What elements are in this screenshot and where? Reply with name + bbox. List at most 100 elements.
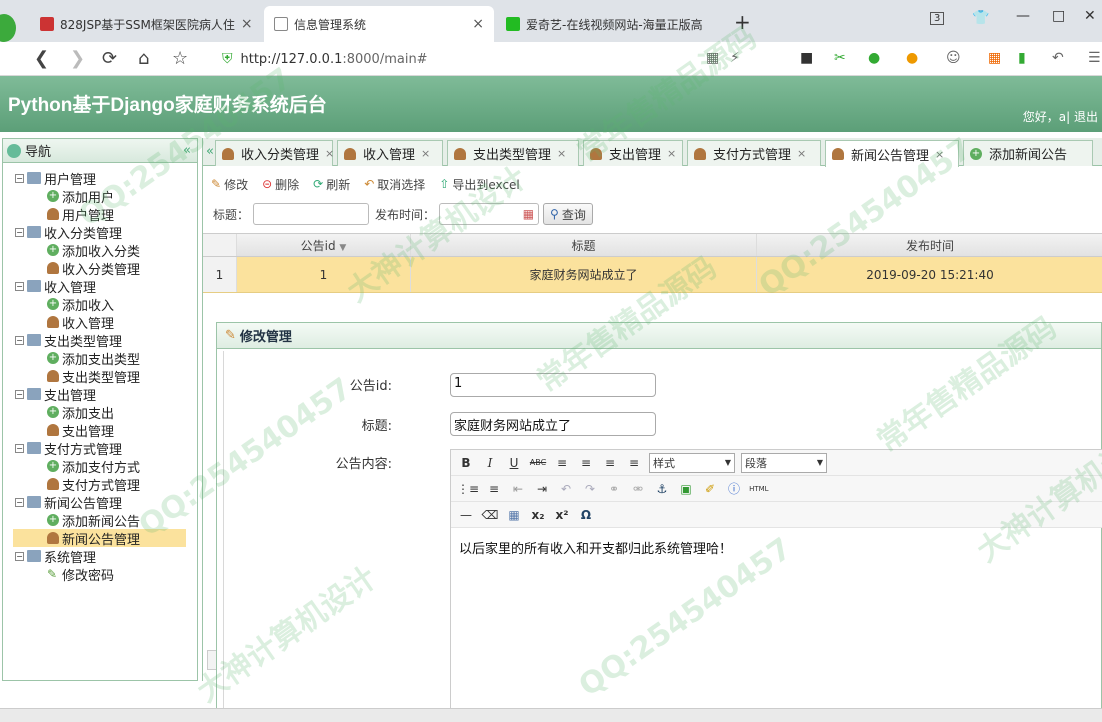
cleanup-icon[interactable]: ✐ [701,482,719,496]
forward-icon[interactable]: ❯ [70,48,85,69]
style-select[interactable]: 样式 ▼ [649,452,735,473]
back-icon[interactable]: ❮ [34,48,49,69]
column-header-id[interactable]: 公告id ▼ [237,234,411,256]
close-tab-icon[interactable]: × [797,147,806,160]
url-input[interactable]: ⛨ http://127.0.0.1:8000/main# [222,47,782,71]
expand-toggle-icon[interactable]: − [15,389,24,399]
user-greeting[interactable]: 您好，a| 退出 [1023,108,1098,125]
help-icon[interactable]: ⓘ [725,480,743,497]
sidebar-item[interactable]: 支出管理 [3,421,197,440]
image-icon[interactable]: ▣ [677,482,695,496]
column-header-time[interactable]: 发布时间 [757,234,1102,256]
redo-icon[interactable]: ↷ [581,482,599,496]
sidebar-group[interactable]: − 支出类型管理 [3,331,197,350]
content-tab[interactable]: 支出管理 × [583,140,683,166]
align-center-icon[interactable]: ≡ [577,456,595,470]
browser-tab-2[interactable]: 信息管理系统 × [264,6,494,42]
sidebar-group[interactable]: − 支出管理 [3,385,197,404]
strikethrough-icon[interactable]: ABC [529,458,547,467]
numbered-list-icon[interactable]: ≡ [485,482,503,496]
close-tab-icon[interactable]: × [935,148,944,161]
table-row[interactable]: 1 1 家庭财务网站成立了 2019-09-20 15:21:40 [203,257,1102,293]
expand-toggle-icon[interactable]: − [15,551,24,561]
sidebar-item[interactable]: 收入分类管理 [3,259,197,278]
tab-count-badge[interactable]: 3 [930,12,945,25]
shirt-icon[interactable]: 👕 [972,10,989,26]
indent-icon[interactable]: ⇥ [533,482,551,496]
justify-icon[interactable]: ≡ [625,456,643,470]
menu-icon[interactable]: ☰ [1088,50,1101,66]
battery-icon[interactable]: ▮ [1018,50,1026,66]
table-icon[interactable]: ▦ [505,508,523,522]
minimize-icon[interactable]: — [1016,8,1030,24]
star-icon[interactable]: ☆ [172,48,188,69]
superscript-icon[interactable]: x² [553,508,571,522]
close-tab-icon[interactable]: × [421,147,430,160]
undo-icon[interactable]: ↶ [557,482,575,496]
horizontal-rule-icon[interactable]: — [457,508,475,522]
sidebar-group[interactable]: − 支付方式管理 [3,439,197,458]
bullet-list-icon[interactable]: ⋮≡ [457,482,479,496]
close-window-icon[interactable]: ✕ [1084,8,1096,24]
query-button[interactable]: ⚲ 查询 [543,203,593,225]
collapse-sidebar-icon[interactable]: « [183,143,191,158]
home-icon[interactable]: ⌂ [138,48,149,69]
title-field[interactable]: 家庭财务网站成立了 [450,412,656,436]
link-icon[interactable]: ⚭ [605,482,623,496]
special-char-icon[interactable]: Ω [577,508,595,522]
sidebar-item[interactable]: ✎ 修改密码 [3,565,197,584]
expand-toggle-icon[interactable]: − [15,281,24,291]
expand-toggle-icon[interactable]: − [15,497,24,507]
scissors-icon[interactable]: ✂ [834,50,846,66]
translate-icon[interactable]: ● [868,50,880,66]
cancel-select-button[interactable]: ↶ 取消选择 [364,176,425,193]
expand-toggle-icon[interactable]: − [15,173,24,183]
expand-toggle-icon[interactable]: − [15,335,24,345]
browser-tab-1[interactable]: 828JSP基于SSM框架医院病人住 × [30,6,262,42]
sidebar-group[interactable]: − 系统管理 [3,547,197,566]
id-field[interactable]: 1 [450,373,656,397]
undo-icon[interactable]: ↶ [1052,50,1064,66]
sidebar-item[interactable]: 用户管理 [3,205,197,224]
expand-toggle-icon[interactable]: − [15,227,24,237]
edit-button[interactable]: ✎ 修改 [211,176,248,193]
content-tab[interactable]: 收入分类管理 × [215,140,334,166]
close-tab-icon[interactable]: × [557,147,566,160]
align-right-icon[interactable]: ≡ [601,456,619,470]
content-tab[interactable]: 收入管理 × [337,140,443,166]
maximize-icon[interactable]: □ [1052,8,1065,24]
sidebar-item[interactable]: + 添加支出类型 [3,349,197,368]
apps-icon[interactable]: ▦ [988,50,1001,66]
extensions-icon[interactable]: ■ [800,50,813,66]
anchor-icon[interactable]: ⚓ [653,482,671,496]
content-tab[interactable]: 支付方式管理 × [687,140,821,166]
sidebar-item[interactable]: 新闻公告管理 [13,529,186,548]
unlink-icon[interactable]: ⚮ [629,482,647,496]
italic-icon[interactable]: I [481,456,499,470]
column-header-title[interactable]: 标题 [411,234,757,256]
sidebar-group[interactable]: − 用户管理 [3,169,197,188]
delete-button[interactable]: ⊝ 删除 [262,176,299,193]
sidebar-item[interactable]: + 添加新闻公告 [3,511,197,530]
close-tab-icon[interactable]: × [241,16,253,32]
new-tab-button[interactable]: + [734,10,751,34]
refresh-button[interactable]: ⟳ 刷新 [313,176,350,193]
bold-icon[interactable]: B [457,456,475,470]
scroll-tabs-left-icon[interactable]: « [206,144,214,159]
browser-tab-3[interactable]: 爱奇艺-在线视频网站-海量正版高 [496,6,710,42]
export-excel-button[interactable]: ⇧ 导出到excel [439,176,519,193]
chat-icon[interactable]: ☺ [946,50,961,66]
reload-icon[interactable]: ⟳ [102,48,117,69]
calendar-icon[interactable]: ▦ [523,207,534,221]
editor-content[interactable]: 以后家里的所有收入和开支都归此系统管理哈！ [451,528,1102,567]
content-tab[interactable]: 新闻公告管理 × [825,140,959,167]
close-tab-icon[interactable]: × [472,16,484,32]
html-source-button[interactable]: HTML [749,485,768,493]
sidebar-group[interactable]: − 收入管理 [3,277,197,296]
outdent-icon[interactable]: ⇤ [509,482,527,496]
sidebar-item[interactable]: + 添加支付方式 [3,457,197,476]
close-tab-icon[interactable]: × [667,147,676,160]
sidebar-item[interactable]: + 添加用户 [3,187,197,206]
expand-toggle-icon[interactable]: − [15,443,24,453]
sidebar-item[interactable]: + 添加支出 [3,403,197,422]
